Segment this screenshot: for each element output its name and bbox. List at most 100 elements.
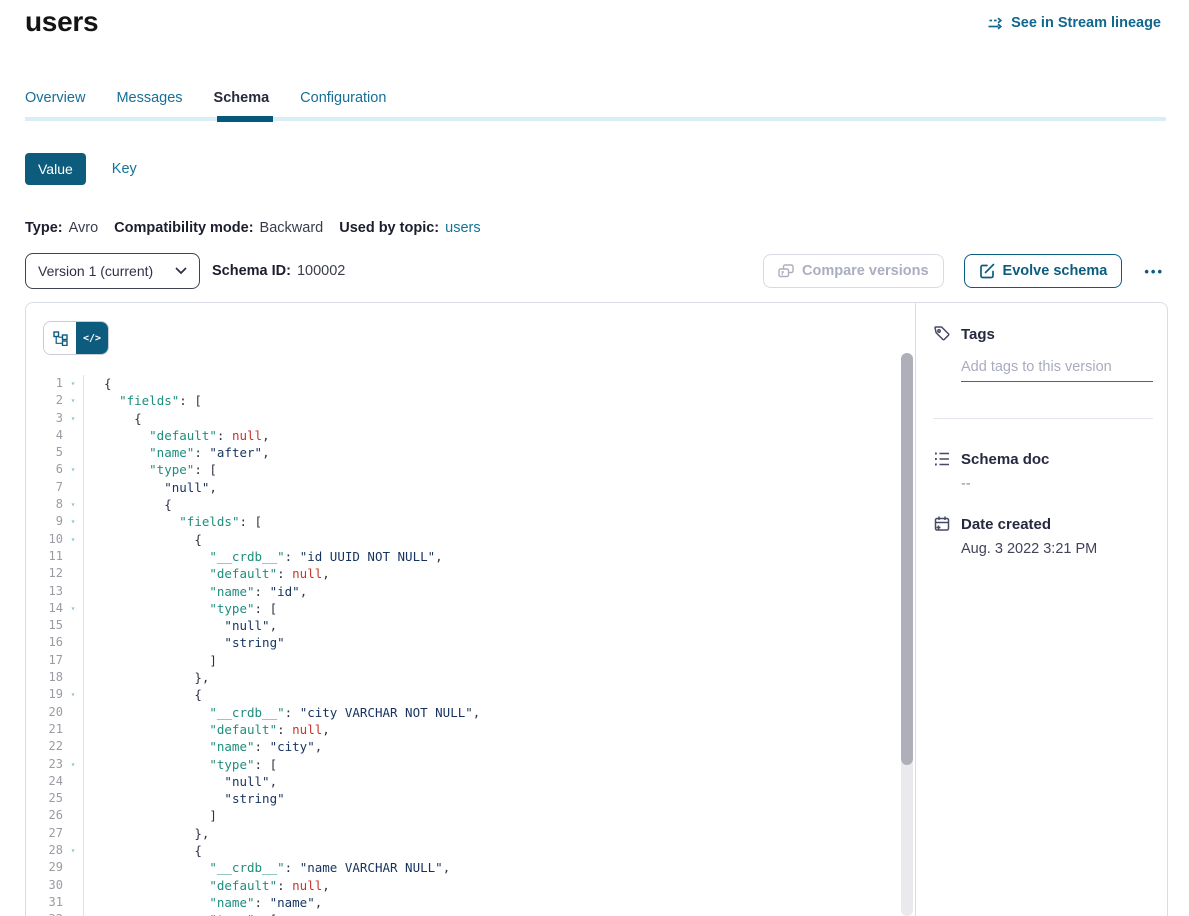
- code-line: 29 "__crdb__": "name VARCHAR NULL",: [26, 859, 915, 876]
- code-line: 24 "null",: [26, 773, 915, 790]
- fold-spacer: [63, 652, 83, 669]
- edit-icon: [979, 263, 995, 279]
- fold-spacer: [63, 790, 83, 807]
- tab-messages[interactable]: Messages: [116, 90, 182, 106]
- fold-arrow-icon[interactable]: ▾: [63, 531, 83, 548]
- topic-tabs: Overview Messages Schema Configuration: [25, 90, 386, 106]
- schema-card: </> 1▾{2▾ "fields": [3▾ {4 "default": nu…: [25, 302, 1168, 916]
- fold-spacer: [63, 825, 83, 842]
- line-number: 30: [26, 877, 63, 894]
- fold-arrow-icon[interactable]: ▾: [63, 392, 83, 409]
- version-bar: Version 1 (current) Schema ID: 100002: [25, 253, 1166, 289]
- code-line: 15 "null",: [26, 617, 915, 634]
- code-line: 9▾ "fields": [: [26, 513, 915, 530]
- fold-arrow-icon[interactable]: ▾: [63, 496, 83, 513]
- code-text: "__crdb__": "id UUID NOT NULL",: [83, 548, 915, 565]
- compare-versions-icon: [778, 264, 794, 278]
- code-line: 25 "string": [26, 790, 915, 807]
- tags-input[interactable]: [961, 359, 1153, 382]
- code-text: "default": null,: [83, 427, 915, 444]
- code-line: 12 "default": null,: [26, 565, 915, 582]
- code-line: 5 "name": "after",: [26, 444, 915, 461]
- used-by-topic-link[interactable]: users: [445, 220, 480, 236]
- code-line: 22 "name": "city",: [26, 738, 915, 755]
- compatibility-mode: Compatibility mode: Backward: [114, 220, 323, 236]
- tags-section: Tags: [933, 325, 1153, 419]
- more-options-button[interactable]: •••: [1142, 260, 1166, 283]
- tab-underline-track: [25, 117, 1166, 121]
- schema-sidebar: Tags Schema doc --: [916, 303, 1167, 916]
- fold-arrow-icon[interactable]: ▾: [63, 842, 83, 859]
- code-line: 30 "default": null,: [26, 877, 915, 894]
- fold-arrow-icon[interactable]: ▾: [63, 513, 83, 530]
- tab-schema[interactable]: Schema: [214, 90, 270, 106]
- line-number: 16: [26, 634, 63, 651]
- see-in-stream-lineage-link[interactable]: See in Stream lineage: [987, 15, 1161, 31]
- tab-overview[interactable]: Overview: [25, 90, 85, 106]
- date-created-title: Date created: [961, 516, 1051, 533]
- used-by-topic: Used by topic: users: [339, 220, 480, 236]
- sidebar-divider: [933, 418, 1153, 419]
- code-text: "default": null,: [83, 721, 915, 738]
- date-created-value: Aug. 3 2022 3:21 PM: [961, 541, 1153, 557]
- fold-spacer: [63, 444, 83, 461]
- schema-doc-heading: Schema doc: [933, 450, 1153, 468]
- line-number: 22: [26, 738, 63, 755]
- code-line: 19▾ {: [26, 686, 915, 703]
- fold-arrow-icon[interactable]: ▾: [63, 410, 83, 427]
- fold-arrow-icon[interactable]: ▾: [63, 461, 83, 478]
- line-number: 21: [26, 721, 63, 738]
- fold-spacer: [63, 738, 83, 755]
- code-view-button[interactable]: </>: [76, 322, 108, 354]
- fold-arrow-icon[interactable]: ▾: [63, 600, 83, 617]
- tab-configuration[interactable]: Configuration: [300, 90, 386, 106]
- tree-view-icon: [53, 331, 68, 346]
- line-number: 17: [26, 652, 63, 669]
- value-key-toggle: Value Key: [25, 153, 137, 185]
- version-select[interactable]: Version 1 (current): [25, 253, 200, 289]
- line-number: 27: [26, 825, 63, 842]
- code-line: 11 "__crdb__": "id UUID NOT NULL",: [26, 548, 915, 565]
- code-text: {: [83, 375, 915, 392]
- evolve-schema-button[interactable]: Evolve schema: [964, 254, 1123, 288]
- line-number: 5: [26, 444, 63, 461]
- code-text: "string": [83, 790, 915, 807]
- line-number: 19: [26, 686, 63, 703]
- tree-view-button[interactable]: [44, 322, 76, 354]
- schema-type: Type: Avro: [25, 220, 98, 236]
- key-toggle-button[interactable]: Key: [112, 161, 137, 177]
- fold-spacer: [63, 894, 83, 911]
- code-text: {: [83, 410, 915, 427]
- line-number: 14: [26, 600, 63, 617]
- active-tab-indicator: [217, 116, 273, 122]
- code-text: },: [83, 825, 915, 842]
- line-number: 25: [26, 790, 63, 807]
- fold-arrow-icon[interactable]: ▾: [63, 911, 83, 916]
- fold-spacer: [63, 877, 83, 894]
- fold-arrow-icon[interactable]: ▾: [63, 686, 83, 703]
- code-line: 16 "string": [26, 634, 915, 651]
- fold-arrow-icon[interactable]: ▾: [63, 375, 83, 392]
- editor-scrollbar-thumb[interactable]: [901, 353, 913, 765]
- code-text: "fields": [: [83, 392, 915, 409]
- line-number: 11: [26, 548, 63, 565]
- code-text: "null",: [83, 617, 915, 634]
- code-line: 18 },: [26, 669, 915, 686]
- code-line: 27 },: [26, 825, 915, 842]
- line-number: 4: [26, 427, 63, 444]
- schema-page: users See in Stream lineage Overview Mes…: [0, 0, 1189, 916]
- line-number: 10: [26, 531, 63, 548]
- code-text: ]: [83, 652, 915, 669]
- compatibility-label: Compatibility mode:: [114, 220, 253, 236]
- code-line: 20 "__crdb__": "city VARCHAR NOT NULL",: [26, 704, 915, 721]
- page-title: users: [25, 6, 98, 38]
- schema-doc-value: --: [961, 476, 1153, 492]
- compare-versions-button[interactable]: Compare versions: [763, 254, 944, 288]
- editor-scrollbar-track[interactable]: [901, 353, 913, 916]
- line-number: 31: [26, 894, 63, 911]
- fold-arrow-icon[interactable]: ▾: [63, 756, 83, 773]
- code-text: "type": [: [83, 461, 915, 478]
- code-text: "fields": [: [83, 513, 915, 530]
- value-toggle-button[interactable]: Value: [25, 153, 86, 185]
- line-number: 23: [26, 756, 63, 773]
